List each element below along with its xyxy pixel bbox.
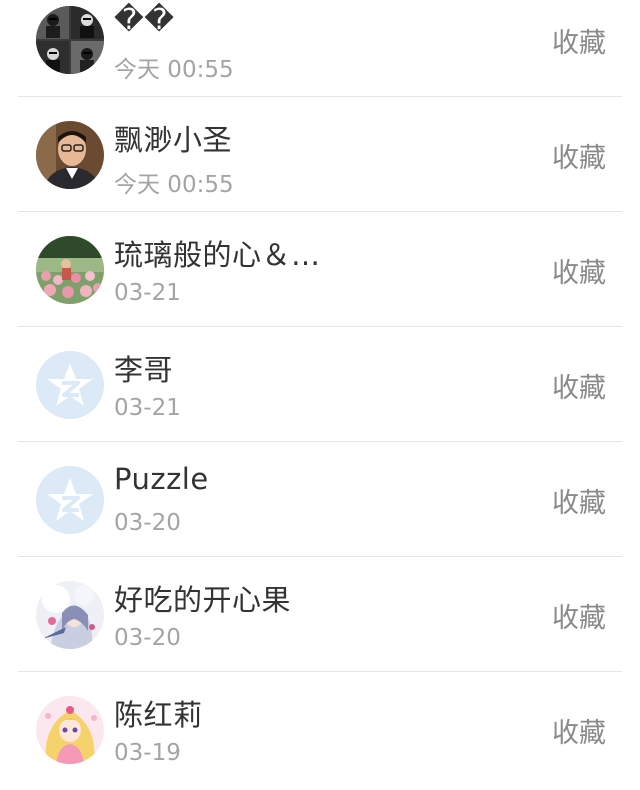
favorite-button[interactable]: 收藏 — [552, 596, 606, 635]
list-item[interactable]: 好吃的开心果 03-20 收藏 — [0, 557, 640, 672]
contact-time: 03-20 — [114, 625, 181, 651]
contact-name: 陈红莉 — [114, 698, 203, 732]
contact-name: 琉璃般的心＆… — [114, 238, 321, 272]
contact-name: �� — [114, 2, 175, 36]
avatar[interactable] — [36, 581, 104, 649]
anime-girl-avatar-icon — [36, 581, 104, 649]
contact-name: 李哥 — [114, 353, 174, 387]
favorite-button[interactable]: 收藏 — [552, 481, 606, 520]
avatar[interactable] — [36, 696, 104, 764]
list-item[interactable]: 飘渺小圣 今天 00:55 收藏 — [0, 97, 640, 212]
qzone-star-avatar-icon — [36, 351, 104, 419]
avatar[interactable] — [36, 466, 104, 534]
avatar[interactable] — [36, 236, 104, 304]
contact-name: Puzzle — [114, 462, 209, 496]
list-item[interactable]: �� 今天 00:55 收藏 — [0, 0, 640, 97]
man-photo-avatar-icon — [36, 121, 104, 189]
favorite-button[interactable]: 收藏 — [552, 136, 606, 175]
list-item[interactable]: 陈红莉 03-19 收藏 — [0, 672, 640, 787]
friend-list: �� 今天 00:55 收藏 飘渺小圣 今天 00:55 收藏 琉璃般的心＆… … — [0, 0, 640, 787]
anime-princess-avatar-icon — [36, 696, 104, 764]
contact-name: 飘渺小圣 — [114, 123, 233, 157]
contact-name: 好吃的开心果 — [114, 583, 292, 617]
contact-time: 03-19 — [114, 740, 181, 766]
favorite-button[interactable]: 收藏 — [552, 366, 606, 405]
favorite-button[interactable]: 收藏 — [552, 251, 606, 290]
favorite-button[interactable]: 收藏 — [552, 21, 606, 60]
contact-time: 03-20 — [114, 510, 181, 536]
qzone-star-avatar-icon — [36, 466, 104, 534]
list-item[interactable]: Puzzle 03-20 收藏 — [0, 442, 640, 557]
contact-time: 03-21 — [114, 280, 181, 306]
contact-time: 今天 00:55 — [114, 57, 234, 83]
avatar[interactable] — [36, 121, 104, 189]
list-item[interactable]: 李哥 03-21 收藏 — [0, 327, 640, 442]
avatar[interactable] — [36, 351, 104, 419]
avatar[interactable] — [36, 6, 104, 74]
photo-grid-avatar-icon — [36, 6, 104, 74]
list-item[interactable]: 琉璃般的心＆… 03-21 收藏 — [0, 212, 640, 327]
favorite-button[interactable]: 收藏 — [552, 711, 606, 750]
contact-time: 03-21 — [114, 395, 181, 421]
contact-time: 今天 00:55 — [114, 172, 234, 198]
tulips-photo-avatar-icon — [36, 236, 104, 304]
